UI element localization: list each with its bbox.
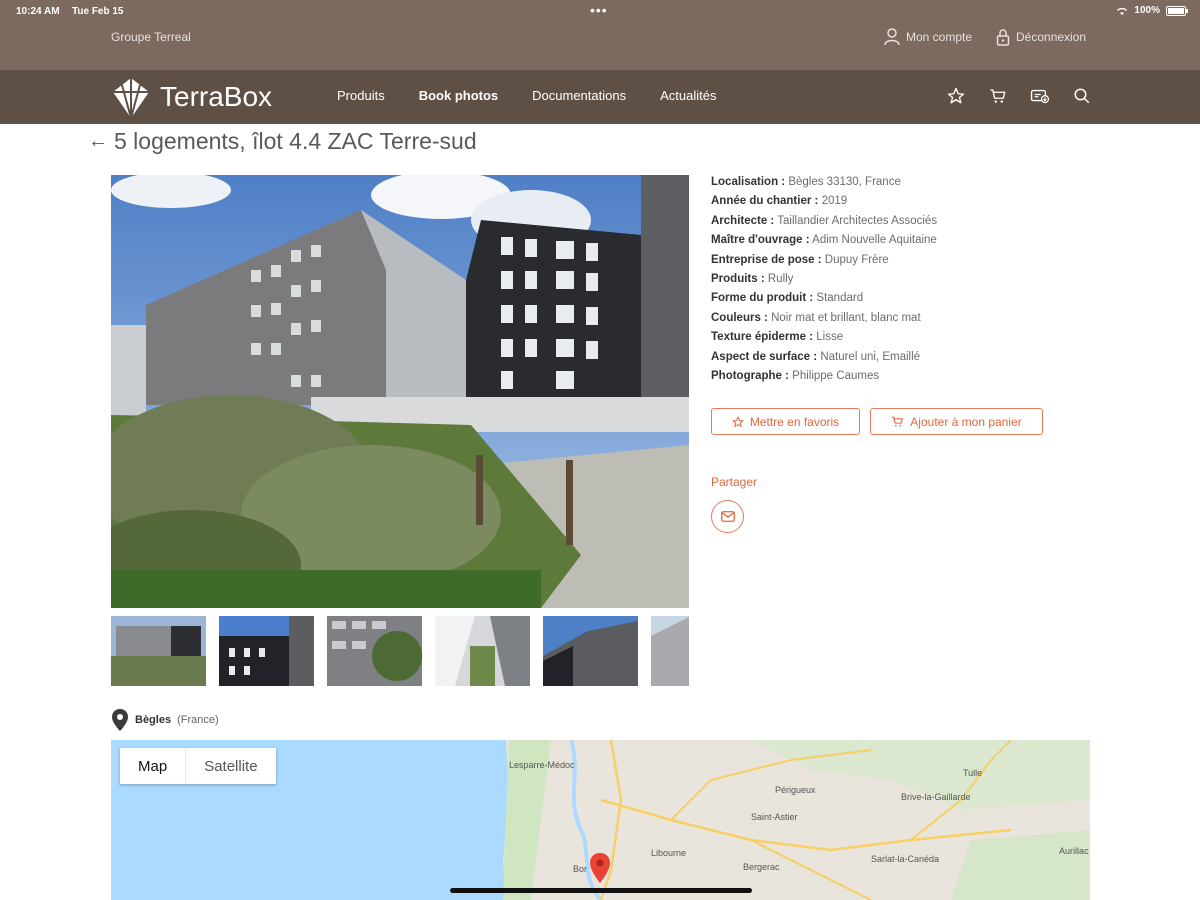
satellite-view-button[interactable]: Satellite	[186, 748, 275, 784]
account-label: Mon compte	[906, 30, 973, 44]
nav-item-produits[interactable]: Produits	[337, 88, 385, 103]
thumbnail[interactable]	[111, 616, 206, 686]
user-icon	[884, 28, 900, 46]
map-marker-icon[interactable]	[589, 852, 611, 884]
search-button[interactable]	[1072, 86, 1092, 106]
detail-row: Année du chantier : 2019	[711, 195, 848, 208]
main-photo[interactable]	[111, 175, 689, 608]
wifi-icon	[1117, 7, 1128, 15]
logout-label: Déconnexion	[1016, 30, 1087, 44]
nav-icons	[946, 86, 1092, 106]
add-to-favorites-label: Mettre en favoris	[749, 414, 840, 429]
status-right: 100%	[1116, 5, 1188, 16]
logo-mark-icon	[113, 78, 149, 120]
add-to-cart-label: Ajouter à mon panier	[910, 414, 1022, 429]
home-indicator[interactable]	[450, 888, 752, 893]
detail-row: Couleurs : Noir mat et brillant, blanc m…	[711, 311, 921, 324]
detail-row: Aspect de surface : Naturel uni, Emaillé	[711, 350, 921, 363]
nav-item-book-photos[interactable]: Book photos	[419, 88, 498, 103]
detail-row: Forme du produit : Standard	[711, 292, 864, 305]
thumbnail[interactable]	[651, 616, 689, 686]
nav-item-actualites[interactable]: Actualités	[660, 88, 716, 103]
map-label: Aurillac	[1059, 846, 1089, 856]
map-label: Saint-Astier	[751, 812, 798, 822]
back-arrow-icon[interactable]: ←	[88, 130, 108, 153]
location-city: Bègles	[135, 714, 172, 726]
share-email-button[interactable]	[711, 500, 744, 533]
status-date: Tue Feb 15	[72, 6, 124, 17]
thumbnail[interactable]	[543, 616, 638, 686]
multitasking-dots-icon[interactable]: •••	[590, 2, 608, 18]
search-icon	[1074, 88, 1090, 104]
downloads-button[interactable]	[1030, 86, 1050, 106]
thumbnail[interactable]	[219, 616, 314, 686]
project-details: Localisation : Bègles 33130, France Anné…	[711, 173, 937, 386]
map-label: Périgueux	[775, 785, 816, 795]
page-title: 5 logements, îlot 4.4 ZAC Terre-sud	[114, 128, 477, 154]
nav-item-documentations[interactable]: Documentations	[532, 88, 626, 103]
detail-row: Photographe : Philippe Caumes	[711, 370, 880, 383]
map-label: Libourne	[651, 848, 687, 858]
logout-link[interactable]: Déconnexion	[996, 28, 1086, 46]
terrabox-logo[interactable]: TerraBox	[110, 74, 272, 120]
detail-row: Localisation : Bègles 33130, France	[711, 176, 901, 188]
map-type-toggle: Map Satellite	[120, 748, 276, 784]
favorites-button[interactable]	[946, 86, 966, 106]
thumbnail[interactable]	[435, 616, 530, 686]
status-time: 10:24 AM	[16, 6, 60, 17]
detail-row: Produits : Rully	[711, 273, 794, 286]
thumbnail[interactable]	[327, 616, 422, 686]
share-label: Partager	[711, 475, 758, 489]
page-title-row: ← 5 logements, îlot 4.4 ZAC Terre-sud	[88, 128, 477, 155]
location-map[interactable]: Lesparre-Médoc Périgueux Tulle Brive-la-…	[111, 740, 1090, 900]
main-navbar: TerraBox Produits Book photos Documentat…	[0, 70, 1200, 124]
logo-text: TerraBox	[160, 81, 273, 112]
building-photo-image	[111, 175, 689, 608]
group-link[interactable]: Groupe Terreal	[111, 30, 191, 44]
cart-button[interactable]	[988, 86, 1008, 106]
account-link[interactable]: Mon compte	[884, 28, 972, 46]
location-pin-icon	[112, 709, 128, 731]
mail-icon	[720, 511, 735, 522]
map-label: Bor	[573, 864, 588, 874]
map-label: Lesparre-Médoc	[509, 760, 575, 770]
battery-icon	[1166, 5, 1188, 16]
lock-icon	[996, 29, 1010, 46]
map-label: Bergerac	[743, 862, 780, 872]
map-label: Tulle	[963, 768, 983, 778]
map-view-button[interactable]: Map	[120, 748, 187, 784]
ios-status-bar: 10:24 AM Tue Feb 15 ••• 100%	[0, 0, 1200, 24]
star-icon	[947, 87, 965, 104]
thumbnail-strip	[111, 616, 689, 686]
add-to-cart-button[interactable]: Ajouter à mon panier	[870, 408, 1043, 435]
detail-row: Architecte : Taillandier Architectes Ass…	[711, 214, 938, 227]
detail-row: Maître d'ouvrage : Adim Nouvelle Aquitai…	[711, 234, 937, 247]
cart-icon	[990, 89, 1006, 103]
location-row: Bègles (France)	[111, 708, 219, 732]
download-icon	[1030, 89, 1050, 104]
detail-row: Texture épiderme : Lisse	[711, 331, 844, 344]
cart-icon	[892, 416, 904, 427]
utility-bar: Groupe Terreal Mon compte Déconnexion	[0, 24, 1200, 70]
add-to-favorites-button[interactable]: Mettre en favoris	[711, 408, 860, 435]
map-label: Sarlat-la-Canéda	[871, 854, 940, 864]
battery-percent: 100%	[1134, 5, 1160, 16]
nav-menu: Produits Book photos Documentations Actu…	[337, 88, 750, 103]
detail-row: Entreprise de pose : Dupuy Frère	[711, 253, 889, 266]
star-icon	[732, 416, 744, 427]
location-country: (France)	[177, 714, 219, 726]
map-label: Brive-la-Gaillarde	[901, 792, 971, 802]
